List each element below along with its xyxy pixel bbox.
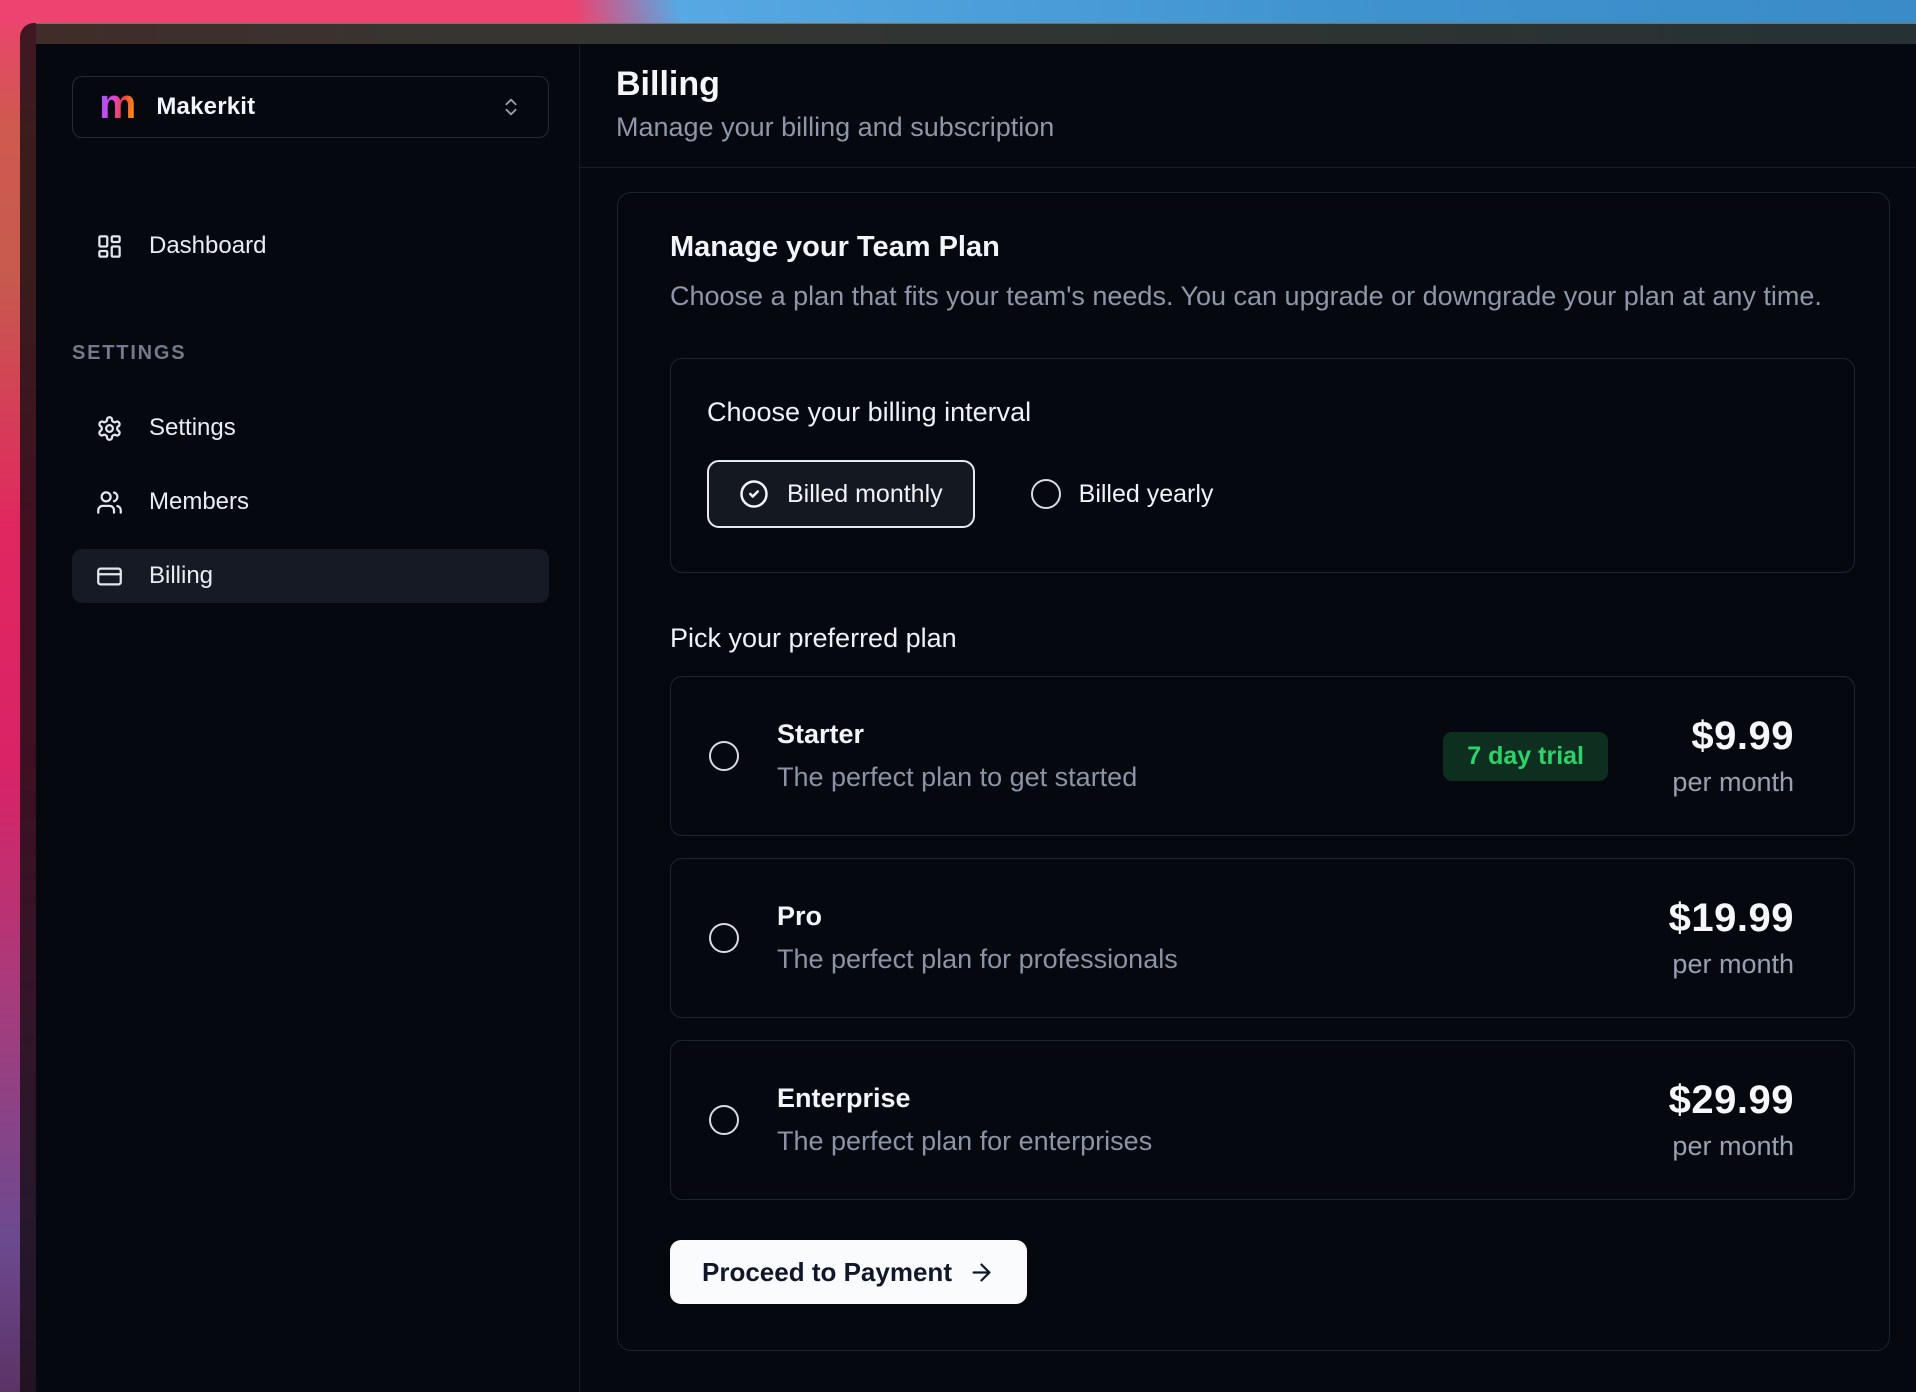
- proceed-to-payment-button[interactable]: Proceed to Payment: [670, 1240, 1027, 1304]
- interval-option-label: Billed yearly: [1079, 480, 1214, 509]
- interval-option-label: Billed monthly: [787, 480, 943, 509]
- app-window: m Makerkit Dashboard SETTINGS: [20, 23, 1916, 1392]
- plan-info: Pro The perfect plan for professionals: [777, 901, 1654, 975]
- check-circle-icon: [739, 479, 769, 509]
- plan-name: Pro: [777, 901, 1654, 932]
- plan-period: per month: [1654, 767, 1794, 798]
- plan-price: $9.99: [1654, 714, 1794, 759]
- plan-description: The perfect plan to get started: [777, 762, 1443, 793]
- users-icon: [96, 489, 123, 516]
- team-name: Makerkit: [156, 93, 480, 121]
- plan-price: $29.99: [1654, 1078, 1794, 1123]
- trial-badge: 7 day trial: [1443, 732, 1608, 781]
- card-description: Choose a plan that fits your team's need…: [670, 281, 1855, 312]
- page-header: Billing Manage your billing and subscrip…: [580, 44, 1916, 168]
- plan-description: The perfect plan for enterprises: [777, 1126, 1654, 1157]
- sidebar-item-billing[interactable]: Billing: [72, 549, 549, 603]
- plan-row-starter[interactable]: Starter The perfect plan to get started …: [670, 676, 1855, 836]
- radio-circle-icon[interactable]: [709, 1105, 739, 1135]
- plan-period: per month: [1654, 949, 1794, 980]
- gear-icon: [96, 415, 123, 442]
- plan-price: $19.99: [1654, 896, 1794, 941]
- makerkit-logo-icon: m: [99, 83, 136, 125]
- page-title: Billing: [616, 64, 1880, 104]
- sidebar: m Makerkit Dashboard SETTINGS: [36, 44, 580, 1392]
- plan-row-pro[interactable]: Pro The perfect plan for professionals $…: [670, 858, 1855, 1018]
- plan-name: Starter: [777, 719, 1443, 750]
- radio-circle-icon[interactable]: [709, 741, 739, 771]
- plan-info: Starter The perfect plan to get started: [777, 719, 1443, 793]
- plan-description: The perfect plan for professionals: [777, 944, 1654, 975]
- plan-row-enterprise[interactable]: Enterprise The perfect plan for enterpri…: [670, 1040, 1855, 1200]
- sidebar-item-label: Dashboard: [149, 232, 266, 260]
- app-body: m Makerkit Dashboard SETTINGS: [36, 44, 1916, 1392]
- plan-period: per month: [1654, 1131, 1794, 1162]
- sidebar-item-dashboard[interactable]: Dashboard: [72, 219, 549, 273]
- plan-price-block: $29.99 per month: [1654, 1078, 1794, 1162]
- credit-card-icon: [96, 563, 123, 590]
- plan-name: Enterprise: [777, 1083, 1654, 1114]
- radio-circle-icon: [1031, 479, 1061, 509]
- interval-option-monthly[interactable]: Billed monthly: [707, 460, 975, 528]
- page-subtitle: Manage your billing and subscription: [616, 112, 1880, 143]
- sidebar-item-label: Members: [149, 488, 249, 516]
- sidebar-item-members[interactable]: Members: [72, 475, 549, 529]
- arrow-right-icon: [968, 1259, 995, 1286]
- dashboard-icon: [96, 233, 123, 260]
- main-area: Billing Manage your billing and subscrip…: [580, 44, 1916, 1392]
- sidebar-item-settings[interactable]: Settings: [72, 401, 549, 455]
- desktop-wallpaper-top: [0, 0, 1916, 24]
- sidebar-item-label: Settings: [149, 414, 236, 442]
- sidebar-item-label: Billing: [149, 562, 213, 590]
- plan-info: Enterprise The perfect plan for enterpri…: [777, 1083, 1654, 1157]
- card-title: Manage your Team Plan: [670, 229, 1855, 265]
- page-content: Manage your Team Plan Choose a plan that…: [580, 168, 1916, 1392]
- cta-label: Proceed to Payment: [702, 1257, 952, 1288]
- billing-interval-label: Choose your billing interval: [707, 397, 1818, 428]
- billing-interval-options: Billed monthly Billed yearly: [707, 460, 1818, 528]
- sidebar-nav: Dashboard SETTINGS Settings Members: [72, 219, 549, 623]
- chevrons-up-down-icon: [500, 96, 522, 118]
- plan-price-block: $19.99 per month: [1654, 896, 1794, 980]
- plan-price-block: $9.99 per month: [1654, 714, 1794, 798]
- billing-interval-card: Choose your billing interval Billed mont…: [670, 358, 1855, 573]
- interval-option-yearly[interactable]: Billed yearly: [1031, 479, 1214, 509]
- team-plan-card: Manage your Team Plan Choose a plan that…: [617, 192, 1890, 1351]
- plan-picker-label: Pick your preferred plan: [670, 623, 1855, 654]
- sidebar-section-settings: SETTINGS: [72, 342, 549, 365]
- window-titlebar[interactable]: [36, 23, 1916, 44]
- team-selector[interactable]: m Makerkit: [72, 76, 549, 138]
- radio-circle-icon[interactable]: [709, 923, 739, 953]
